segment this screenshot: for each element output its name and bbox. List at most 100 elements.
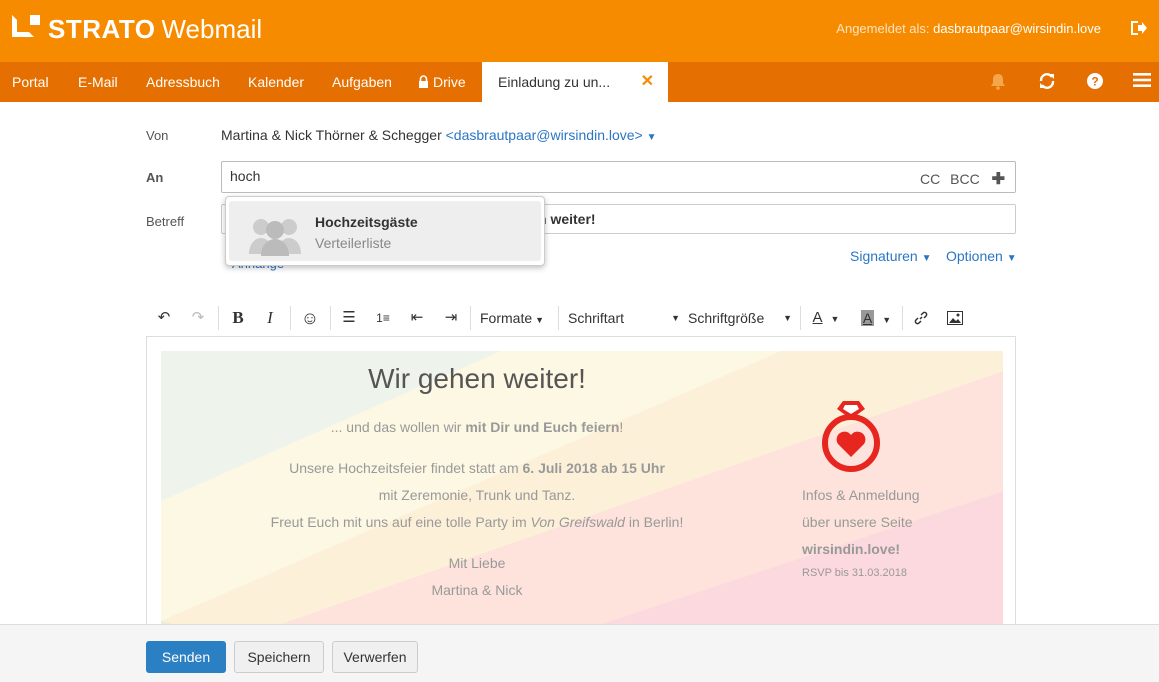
card-line-2-b: 6. Juli 2018 ab 15 Uhr (522, 460, 665, 476)
add-recipient-icon[interactable]: ✚ (992, 171, 1005, 188)
to-label: An (146, 170, 164, 185)
group-icon (249, 219, 301, 256)
signatures-menu[interactable]: Signaturen ▼ (850, 248, 932, 264)
nav-portal[interactable]: Portal (12, 62, 49, 102)
outdent-icon[interactable]: ⇤ (406, 302, 428, 334)
from-name: Martina & Nick Thörner & Schegger (221, 127, 442, 143)
from-email: <dasbrautpaar@wirsindin.love> (445, 127, 643, 143)
chevron-down-icon: ▼ (646, 132, 657, 143)
card-line-4-b: Von Greifswald (530, 514, 625, 530)
card-line-1-b: mit Dir und Euch feiern (465, 419, 620, 435)
card-line-4: Freut Euch mit uns auf eine tolle Party … (161, 514, 793, 530)
font-dropdown[interactable]: Schriftart ▼ (568, 302, 680, 334)
save-button[interactable]: Speichern (234, 641, 324, 673)
invitation-card: Wir gehen weiter! ... und das wollen wir… (161, 351, 1003, 631)
nav-aufgaben[interactable]: Aufgaben (332, 62, 392, 102)
numbered-list-icon[interactable]: 1≡ (372, 302, 394, 334)
subject-label: Betreff (146, 214, 185, 229)
card-heading: Wir gehen weiter! (368, 363, 586, 394)
card-line-4-a: Freut Euch mit uns auf eine tolle Party … (270, 514, 531, 530)
suggestion-subtitle: Verteilerliste (315, 235, 392, 251)
suggestion-item[interactable]: Hochzeitsgäste Verteilerliste (229, 201, 541, 261)
lock-icon (419, 75, 428, 88)
from-selector[interactable]: Martina & Nick Thörner & Schegger <dasbr… (221, 127, 657, 143)
message-editor[interactable]: Wir gehen weiter! ... und das wollen wir… (146, 336, 1016, 636)
italic-icon[interactable]: I (260, 302, 280, 334)
emoji-icon[interactable]: ☺ (298, 302, 322, 334)
nav-adressbuch[interactable]: Adressbuch (146, 62, 220, 102)
link-icon[interactable] (910, 302, 932, 334)
product-name: Webmail (161, 14, 263, 44)
strato-logo[interactable]: STRATO Webmail (12, 14, 262, 45)
to-field[interactable]: hoch CC BCC ✚ (221, 161, 1016, 193)
font-label: Schriftart (568, 310, 625, 326)
menu-icon[interactable] (1132, 72, 1152, 92)
nav-email[interactable]: E-Mail (78, 62, 118, 102)
toolbar-divider (800, 306, 801, 330)
login-label: Angemeldet als: (836, 21, 930, 36)
nav-drive-label: Drive (433, 74, 466, 90)
login-user: dasbrautpaar@wirsindin.love (933, 21, 1101, 36)
brand-name: STRATO (48, 14, 156, 44)
card-line-1-c: ! (619, 419, 624, 435)
bcc-button[interactable]: BCC (950, 171, 980, 187)
font-size-dropdown[interactable]: Schriftgröße ▼ (688, 302, 792, 334)
toolbar-divider (290, 306, 291, 330)
text-color-button[interactable]: A ▼ (808, 302, 844, 334)
formats-label: Formate (480, 310, 533, 326)
to-field-value: hoch (230, 168, 261, 184)
indent-icon[interactable]: ⇥ (440, 302, 462, 334)
suggestion-title: Hochzeitsgäste (315, 214, 418, 230)
main-nav: Portal E-Mail Adressbuch Kalender Aufgab… (0, 62, 1159, 102)
refresh-icon[interactable] (1037, 72, 1057, 92)
bold-icon[interactable]: B (228, 302, 248, 334)
info-line-1: Infos & Anmeldung (802, 487, 920, 503)
bullet-list-icon[interactable]: ☰ (338, 302, 360, 334)
top-bar: STRATO Webmail Angemeldet als: dasbrautp… (0, 0, 1159, 62)
card-line-4-c: in Berlin! (624, 514, 684, 530)
formats-dropdown[interactable]: Formate ▼ (480, 302, 552, 334)
caret-down-icon: ▼ (830, 314, 840, 324)
caret-down-icon: ▼ (783, 313, 792, 323)
chevron-down-icon: ▼ (921, 253, 932, 264)
undo-icon[interactable]: ↶ (154, 302, 174, 334)
card-line-1: ... und das wollen wir mit Dir und Euch … (161, 419, 793, 435)
editor-toolbar: ↶ ↷ B I ☺ ☰ 1≡ ⇤ ⇥ Formate ▼ Schriftart ▼ … (146, 302, 1016, 334)
subject-value: n weiter! (538, 211, 596, 227)
recipient-suggestions: Hochzeitsgäste Verteilerliste (225, 196, 545, 266)
card-closing: Mit Liebe (448, 555, 506, 571)
bell-icon[interactable] (988, 72, 1008, 92)
card-line-3: mit Zeremonie, Trunk und Tanz. (378, 487, 576, 503)
help-icon[interactable]: ? (1085, 72, 1105, 92)
redo-icon[interactable]: ↷ (188, 302, 208, 334)
close-tab-icon[interactable]: ✕ (641, 62, 654, 102)
toolbar-divider (558, 306, 559, 330)
info-line-2: über unsere Seite (802, 514, 913, 530)
nav-drive[interactable]: Drive (418, 62, 466, 102)
info-site[interactable]: wirsindin.love! (802, 541, 900, 557)
tab-compose-label: Einladung zu un... (498, 74, 611, 90)
toolbar-divider (470, 306, 471, 330)
card-line-2-a: Unsere Hochzeitsfeier findet statt am (289, 460, 523, 476)
tab-compose[interactable]: Einladung zu un... ✕ (482, 62, 668, 102)
send-button[interactable]: Senden (146, 641, 226, 673)
caret-down-icon: ▼ (535, 315, 545, 325)
card-line-1-a: ... und das wollen wir (330, 419, 466, 435)
background-color-icon: A (860, 310, 875, 326)
rsvp-note: RSVP bis 31.03.2018 (802, 567, 907, 579)
image-icon[interactable] (944, 302, 966, 334)
caret-down-icon: ▼ (882, 315, 892, 325)
svg-text:?: ? (1091, 75, 1098, 89)
strato-logo-icon (12, 14, 42, 45)
toolbar-divider (902, 306, 903, 330)
options-menu[interactable]: Optionen ▼ (946, 248, 1017, 264)
cc-button[interactable]: CC (920, 171, 940, 187)
nav-kalender[interactable]: Kalender (248, 62, 304, 102)
signatures-label: Signaturen (850, 248, 918, 264)
login-info: Angemeldet als: dasbrautpaar@wirsindin.l… (836, 21, 1101, 36)
logout-icon[interactable] (1129, 19, 1149, 39)
background-color-button[interactable]: A ▼ (856, 302, 896, 334)
caret-down-icon: ▼ (671, 313, 680, 323)
discard-button[interactable]: Verwerfen (332, 641, 418, 673)
options-label: Optionen (946, 248, 1003, 264)
